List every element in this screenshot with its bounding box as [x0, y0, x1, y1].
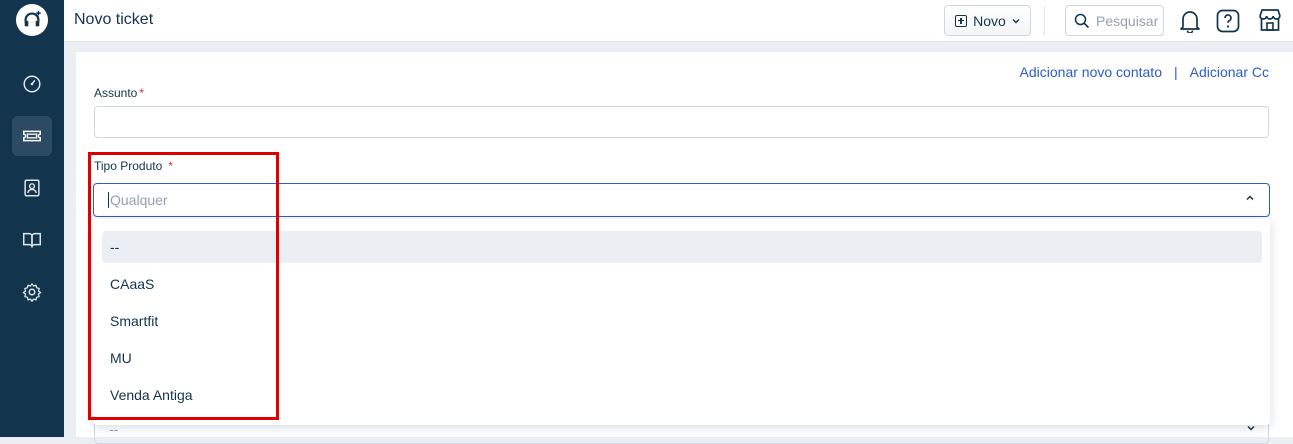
link-separator: |	[1173, 64, 1178, 80]
settings-icon	[22, 283, 42, 302]
search-icon	[1074, 13, 1090, 28]
search-placeholder: Pesquisar	[1096, 12, 1159, 29]
chevron-down-icon	[1247, 425, 1255, 431]
annotation-highlight-box	[88, 152, 279, 420]
subject-label-text: Assunto	[94, 86, 138, 100]
marketplace-icon[interactable]	[1257, 7, 1283, 33]
bell-icon[interactable]	[1177, 8, 1203, 34]
plus-square-icon	[955, 14, 968, 27]
required-marker: *	[139, 86, 145, 100]
dashboard-icon	[23, 75, 41, 93]
sidebar-item-tickets[interactable]	[12, 116, 52, 156]
add-cc-link[interactable]: Adicionar Cc	[1190, 64, 1269, 80]
add-new-contact-link[interactable]: Adicionar novo contato	[1020, 64, 1162, 80]
contacts-icon	[24, 179, 40, 197]
top-header: Novo ticket Novo Pesquisar	[64, 0, 1293, 42]
sidebar-item-dashboard[interactable]	[12, 64, 52, 104]
sidebar-item-knowledge-base[interactable]	[12, 220, 52, 260]
sidebar-item-contacts[interactable]	[12, 168, 52, 208]
chevron-up-icon	[1246, 195, 1254, 201]
subject-input[interactable]	[94, 106, 1269, 138]
subject-label: Assunto *	[94, 86, 144, 100]
sidebar	[0, 0, 64, 437]
contact-links: Adicionar novo contato | Adicionar Cc	[1020, 64, 1269, 80]
tickets-icon	[23, 130, 41, 142]
headset-logo-icon[interactable]	[16, 4, 48, 36]
page-title: Novo ticket	[74, 11, 154, 28]
header-divider	[1044, 6, 1045, 35]
new-button[interactable]: Novo	[944, 5, 1031, 36]
chevron-down-icon	[1012, 18, 1020, 23]
search-button[interactable]: Pesquisar	[1065, 5, 1164, 36]
new-button-label: Novo	[973, 12, 1006, 29]
sidebar-item-settings[interactable]	[12, 272, 52, 312]
knowledge-base-icon	[23, 232, 41, 248]
help-icon[interactable]	[1215, 8, 1241, 34]
